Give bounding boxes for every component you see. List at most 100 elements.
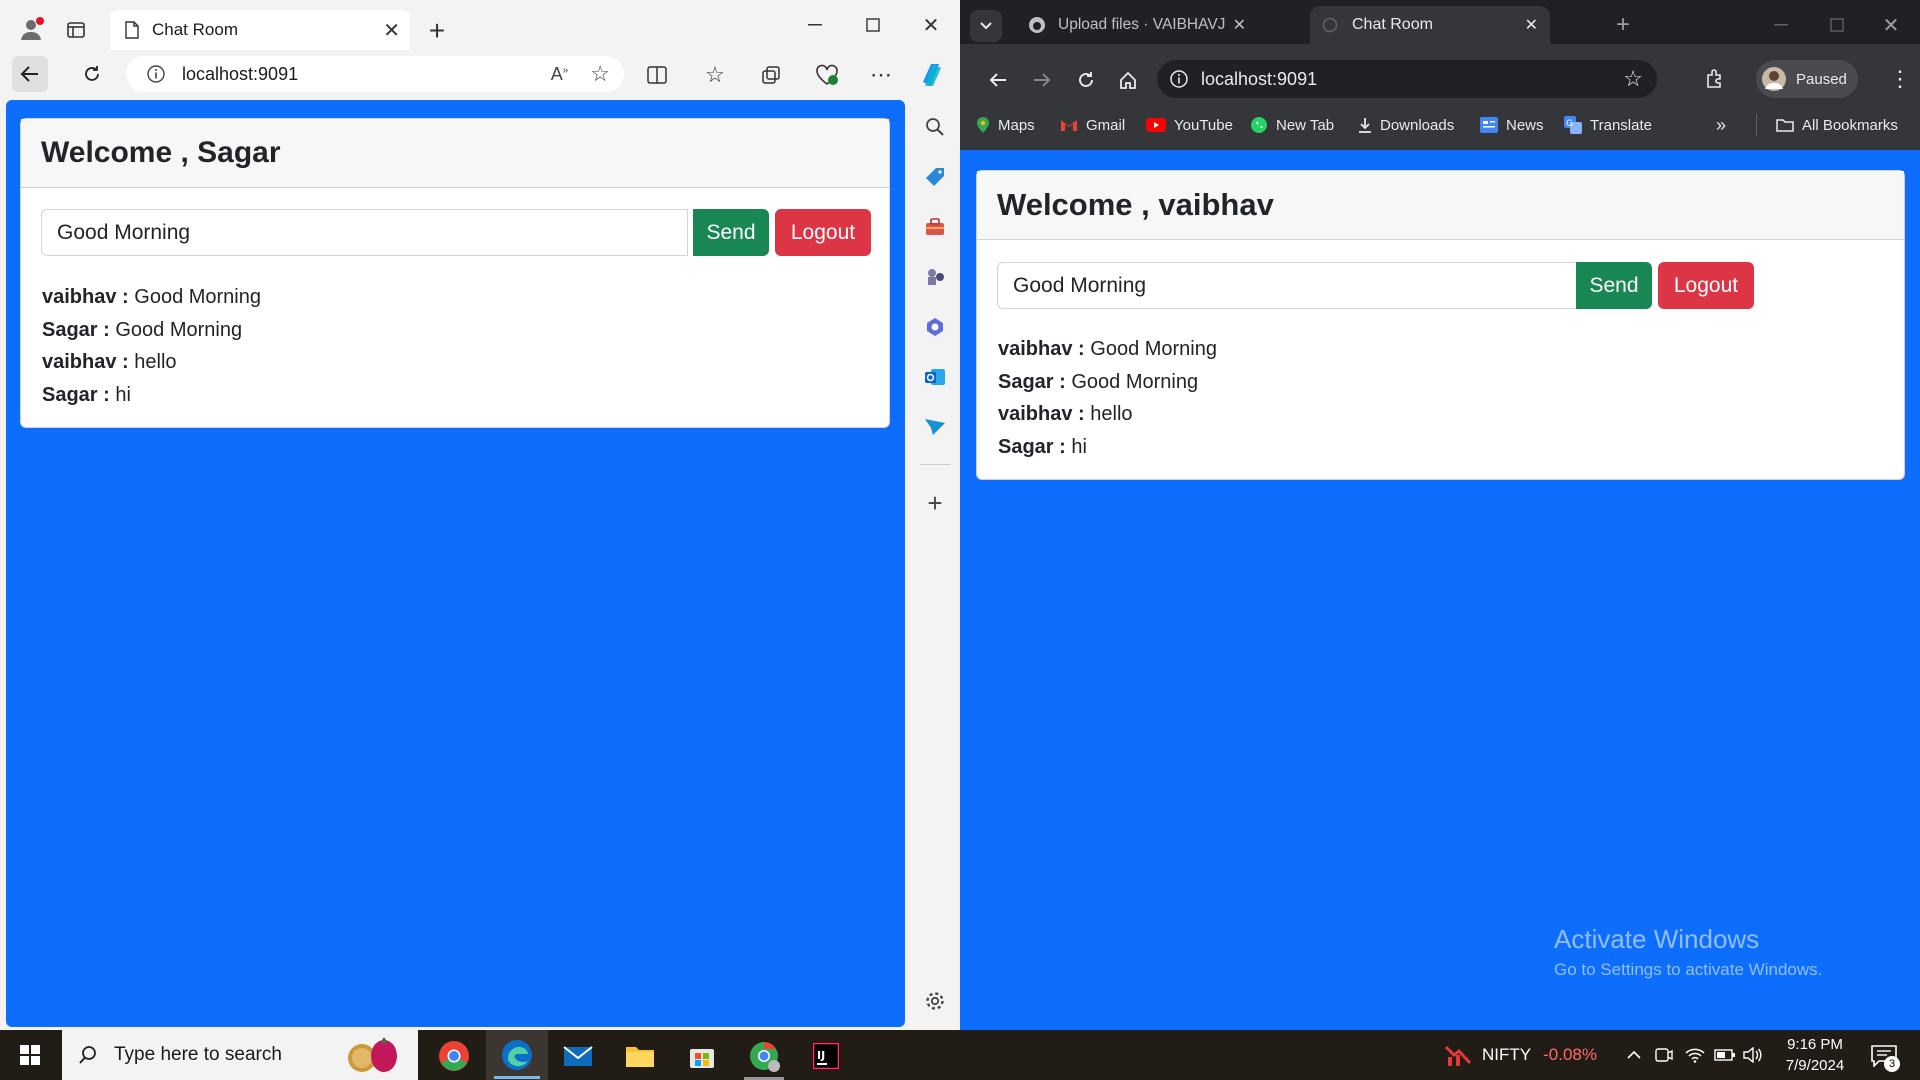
home-icon[interactable] xyxy=(1114,66,1142,94)
new-tab-icon[interactable]: + xyxy=(1610,11,1636,38)
edge-taskbar-button[interactable] xyxy=(486,1030,548,1080)
close-tab-icon[interactable]: ✕ xyxy=(383,18,400,43)
bookmark-translate[interactable]: G Translate xyxy=(1564,114,1652,136)
maximize-icon[interactable] xyxy=(858,10,888,40)
search-icon[interactable] xyxy=(916,112,954,142)
welcome-heading: Welcome , vaibhav xyxy=(977,171,1904,240)
list-item: Sagar : Good Morning xyxy=(42,314,261,347)
tab-search-icon[interactable] xyxy=(970,10,1002,42)
split-screen-icon[interactable] xyxy=(642,60,672,90)
volume-icon[interactable] xyxy=(1740,1040,1766,1070)
outlook-icon[interactable] xyxy=(916,362,954,392)
collections-icon[interactable] xyxy=(756,60,786,90)
back-icon[interactable] xyxy=(984,66,1012,94)
address-bar[interactable]: localhost:9091 A» ☆ xyxy=(126,56,624,92)
bookmark-new-tab[interactable]: New Tab xyxy=(1250,114,1334,136)
profile-icon[interactable] xyxy=(16,14,46,44)
file-explorer-icon[interactable] xyxy=(620,1036,660,1076)
tab-actions-icon[interactable] xyxy=(62,16,90,44)
meet-now-icon[interactable] xyxy=(1652,1040,1676,1070)
bookmark-label: Downloads xyxy=(1380,116,1455,134)
logout-button[interactable]: Logout xyxy=(1658,262,1754,309)
download-icon xyxy=(1358,117,1372,133)
message-user: vaibhav : xyxy=(998,403,1085,425)
address-bar[interactable]: localhost:9091 ☆ xyxy=(1157,60,1657,98)
bookmark-gmail[interactable]: Gmail xyxy=(1060,114,1125,136)
mail-icon[interactable] xyxy=(558,1036,598,1076)
extensions-icon[interactable] xyxy=(1700,64,1730,94)
site-info-icon[interactable] xyxy=(1169,69,1189,89)
list-item: vaibhav : hello xyxy=(998,398,1217,431)
bookmark-star-icon[interactable]: ☆ xyxy=(1623,66,1643,92)
tools-icon[interactable] xyxy=(916,212,954,242)
microsoft365-icon[interactable] xyxy=(916,312,954,342)
maximize-icon[interactable] xyxy=(1822,10,1852,40)
copilot-icon[interactable] xyxy=(915,58,949,92)
message-input[interactable]: Good Morning xyxy=(997,262,1577,309)
menu-icon[interactable]: ⋮ xyxy=(1888,64,1912,94)
chrome-taskbar-icon[interactable] xyxy=(434,1036,474,1076)
favorites-icon[interactable]: ☆ xyxy=(700,60,730,90)
chevron-up-icon[interactable] xyxy=(1622,1040,1646,1070)
gmail-icon xyxy=(1060,118,1078,132)
refresh-icon[interactable] xyxy=(74,56,110,92)
add-icon[interactable]: + xyxy=(916,488,954,518)
send-button[interactable]: Send xyxy=(1576,262,1652,309)
minimize-icon[interactable] xyxy=(1766,10,1796,40)
bookmark-youtube[interactable]: YouTube xyxy=(1146,114,1233,136)
close-window-icon[interactable]: ✕ xyxy=(1876,10,1906,40)
new-tab-icon[interactable]: + xyxy=(422,15,452,46)
site-info-icon[interactable] xyxy=(146,64,166,84)
intellij-icon[interactable]: IJ xyxy=(806,1036,846,1076)
chat-card: Welcome , Sagar Good Morning Send Logout… xyxy=(20,118,890,428)
close-tab-icon[interactable]: ✕ xyxy=(1525,15,1538,35)
windows-start-icon[interactable] xyxy=(12,1040,48,1070)
bookmark-divider xyxy=(1756,114,1757,136)
list-item: vaibhav : Good Morning xyxy=(42,281,261,314)
message-list: vaibhav : Good Morning Sagar : Good Morn… xyxy=(998,333,1217,463)
wifi-icon[interactable] xyxy=(1682,1040,1708,1070)
stock-widget[interactable]: NIFTY -0.08% xyxy=(1444,1040,1597,1070)
chrome-profile-taskbar-icon[interactable] xyxy=(744,1036,784,1076)
message-text: Good Morning xyxy=(109,318,243,341)
send-icon[interactable] xyxy=(916,412,954,442)
clock-time: 9:16 PM xyxy=(1787,1036,1843,1053)
refresh-icon[interactable] xyxy=(1072,66,1100,94)
read-aloud-icon[interactable]: A» xyxy=(551,64,569,85)
tab-chat-room[interactable]: Chat Room ✕ xyxy=(1310,6,1550,44)
message-input[interactable]: Good Morning xyxy=(41,209,688,256)
store-icon[interactable] xyxy=(682,1036,722,1076)
forward-icon[interactable] xyxy=(1028,66,1056,94)
battery-icon[interactable] xyxy=(1712,1040,1738,1070)
tab-upload-files[interactable]: Upload files · VAIBHAVJADHAV1 ✕ xyxy=(1016,6,1246,44)
clock[interactable]: 9:16 PM 7/9/2024 xyxy=(1770,1034,1860,1076)
games-icon[interactable] xyxy=(916,262,954,292)
message-user: Sagar : xyxy=(998,370,1066,393)
minimize-icon[interactable] xyxy=(800,10,830,40)
favorite-star-icon[interactable]: ☆ xyxy=(590,61,610,87)
profile-label: Paused xyxy=(1796,70,1847,88)
logout-button[interactable]: Logout xyxy=(775,209,871,256)
edge-page-viewport: Welcome , Sagar Good Morning Send Logout… xyxy=(6,100,905,1027)
all-bookmarks-button[interactable]: All Bookmarks xyxy=(1776,114,1898,136)
taskbar-search[interactable]: Type here to search xyxy=(62,1030,418,1080)
tab-chat-room[interactable]: Chat Room ✕ xyxy=(110,10,410,50)
list-item: vaibhav : hello xyxy=(42,346,261,379)
list-item: Sagar : Good Morning xyxy=(998,366,1217,399)
message-text: hello xyxy=(1084,403,1133,425)
message-user: vaibhav : xyxy=(998,338,1085,360)
more-icon[interactable]: ⋯ xyxy=(866,60,896,90)
bookmark-news[interactable]: News xyxy=(1480,114,1544,136)
more-bookmarks-icon[interactable]: » xyxy=(1716,114,1726,136)
browser-essentials-icon[interactable] xyxy=(812,60,842,90)
bookmark-downloads[interactable]: Downloads xyxy=(1358,114,1454,136)
bookmark-maps[interactable]: Maps xyxy=(976,114,1035,136)
welcome-heading: Welcome , Sagar xyxy=(21,119,889,188)
close-tab-icon[interactable]: ✕ xyxy=(1233,15,1246,35)
shopping-tag-icon[interactable] xyxy=(916,162,954,192)
back-icon[interactable] xyxy=(12,56,48,92)
close-window-icon[interactable]: ✕ xyxy=(916,10,946,40)
gear-icon[interactable] xyxy=(916,986,954,1016)
profile-button[interactable]: Paused xyxy=(1756,60,1858,98)
send-button[interactable]: Send xyxy=(693,209,769,256)
